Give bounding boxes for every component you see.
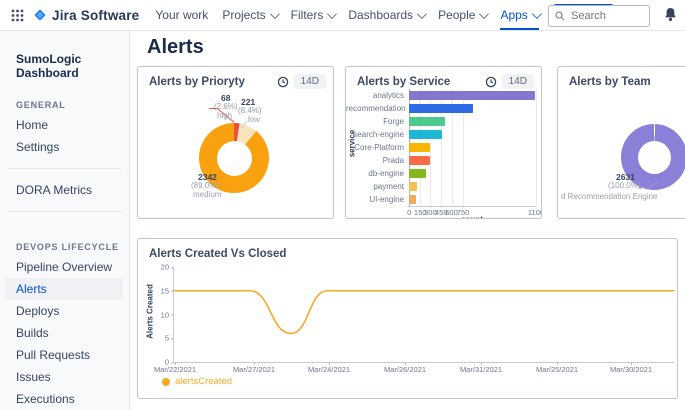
nav-your-work[interactable]: Your work — [155, 0, 208, 30]
chevron-down-icon — [532, 9, 542, 19]
bar-payment — [409, 182, 417, 191]
sidebar-item-executions[interactable]: Executions — [0, 388, 129, 410]
bar-Forge — [409, 117, 445, 126]
time-range-badge[interactable]: 14D — [502, 74, 534, 89]
card-alerts-created-vs-closed: Alerts Created Vs Closed Alerts Created … — [137, 238, 678, 399]
card-title: Alerts by Prioryty — [149, 76, 245, 88]
y-tick-label: 20 — [161, 263, 169, 272]
line-plot: 05101520 — [173, 267, 674, 363]
page-title: Alerts — [147, 36, 204, 59]
notifications-bell-icon[interactable] — [664, 7, 677, 22]
chevron-down-icon — [327, 9, 337, 19]
sidebar-title: SumoLogic Dashboard — [0, 30, 129, 80]
jira-diamond-icon — [33, 8, 47, 22]
nav-filters[interactable]: Filters — [291, 0, 335, 30]
y-axis-label: Alerts Created — [146, 282, 155, 342]
top-navigation-bar: Jira Software Your work Projects Filters… — [0, 0, 685, 31]
legend-label: alertsCreated — [175, 376, 232, 387]
nav-people[interactable]: People — [438, 0, 486, 30]
x-tick-label: Mar/27/2021 — [233, 365, 275, 374]
search-icon — [555, 11, 565, 21]
sidebar-item-alerts[interactable]: Alerts — [6, 278, 123, 300]
bar-db-engine — [409, 169, 425, 178]
search-box[interactable] — [548, 5, 650, 27]
clock-icon — [277, 76, 289, 88]
y-tick-label: 5 — [165, 334, 169, 343]
jira-logo[interactable]: Jira Software — [33, 8, 139, 23]
nav-projects[interactable]: Projects — [222, 0, 276, 30]
y-tick-label: 10 — [161, 310, 169, 319]
card-title: Alerts by Team — [569, 76, 651, 88]
bar-recommendation — [409, 104, 473, 113]
chevron-down-icon — [479, 9, 489, 19]
team-name-label: d Recommendation Engine — [561, 192, 658, 201]
alerts-created-line — [174, 267, 674, 362]
donut-hole — [638, 141, 671, 174]
service-label-Prada: Prada — [346, 154, 404, 167]
gridline — [536, 89, 537, 206]
slice-label-medium: 2342 (89.0%) medium — [198, 173, 221, 199]
sidebar: SumoLogic Dashboard GENERAL Home Setting… — [0, 30, 130, 410]
slice-label-high: 68 (2.6%) high — [221, 94, 238, 120]
card-title: Alerts by Service — [357, 76, 450, 88]
service-category-labels: analyticsrecommendationForgesearch-engin… — [346, 89, 404, 206]
service-label-payment: payment — [346, 180, 404, 193]
slice-label-team: 2631 (100.0%) — [616, 173, 640, 190]
x-tick-label: Mar/30/2021 — [610, 365, 652, 374]
clock-icon — [485, 76, 497, 88]
x-tick-label: Mar/24/2021 — [308, 365, 350, 374]
bar-search-engine — [409, 130, 442, 139]
sidebar-item-pipeline-overview[interactable]: Pipeline Overview — [0, 256, 129, 278]
x-tick-label: Mar/26/2021 — [384, 365, 426, 374]
chevron-down-icon — [270, 9, 280, 19]
x-axis-ticks: Mar/22/2021Mar/27/2021Mar/24/2021Mar/26/… — [173, 365, 673, 375]
sidebar-divider — [8, 211, 121, 212]
service-label-recommendation: recommendation — [346, 102, 404, 115]
bar-Core-Platform — [409, 143, 429, 152]
card-title: Alerts Created Vs Closed — [149, 248, 286, 260]
card-alerts-by-service: Alerts by Service 14D service analyticsr… — [345, 66, 542, 219]
x-tick-label: Mar/25/2021 — [536, 365, 578, 374]
sidebar-item-pull-requests[interactable]: Pull Requests — [0, 344, 129, 366]
y-tick-label: 15 — [161, 286, 169, 295]
search-input[interactable] — [569, 9, 643, 23]
app-switcher-icon[interactable] — [11, 9, 24, 22]
sidebar-section-devops: DEVOPS LIFECYCLE — [0, 222, 129, 256]
bar-UI-engine — [409, 195, 416, 204]
donut-hole — [217, 141, 252, 176]
slice-label-low: 221 (8.4%) low — [241, 98, 262, 124]
sidebar-item-dora-metrics[interactable]: DORA Metrics — [0, 179, 129, 201]
service-label-analytics: analytics — [346, 89, 404, 102]
sidebar-section-general: GENERAL — [0, 80, 129, 114]
legend-item-alertsCreated[interactable]: alertsCreated — [162, 376, 232, 387]
card-alerts-by-priority: Alerts by Prioryty 14D 68 (2.6%) high 22… — [137, 66, 334, 219]
service-label-Forge: Forge — [346, 115, 404, 128]
nav-dashboards[interactable]: Dashboards — [348, 0, 424, 30]
service-bar-plot — [408, 89, 536, 207]
bar-analytics — [409, 91, 534, 100]
nav-apps[interactable]: Apps — [500, 0, 538, 30]
chevron-down-icon — [417, 9, 427, 19]
sidebar-item-deploys[interactable]: Deploys — [0, 300, 129, 322]
sidebar-item-settings[interactable]: Settings — [0, 136, 129, 158]
sidebar-divider — [8, 168, 121, 169]
service-label-Core-Platform: Core-Platform — [346, 141, 404, 154]
x-tick-label: Mar/22/2021 — [154, 365, 196, 374]
service-label-search-engine: search-engine — [346, 128, 404, 141]
x-tick-label: Mar/31/2021 — [460, 365, 502, 374]
card-alerts-by-team: Alerts by Team 2631 (100.0%) d Recommend… — [557, 66, 685, 219]
main-nav: Your work Projects Filters Dashboards Pe… — [155, 0, 538, 30]
sidebar-item-home[interactable]: Home — [0, 114, 129, 136]
service-label-UI-engine: UI-engine — [346, 193, 404, 206]
sidebar-item-issues[interactable]: Issues — [0, 366, 129, 388]
legend-dot — [162, 378, 170, 386]
service-label-db-engine: db-engine — [346, 167, 404, 180]
bar-Prada — [409, 156, 429, 165]
sidebar-item-builds[interactable]: Builds — [0, 322, 129, 344]
x-axis-label: count — [408, 215, 536, 219]
product-name: Jira Software — [52, 8, 139, 23]
time-range-badge[interactable]: 14D — [294, 74, 326, 89]
